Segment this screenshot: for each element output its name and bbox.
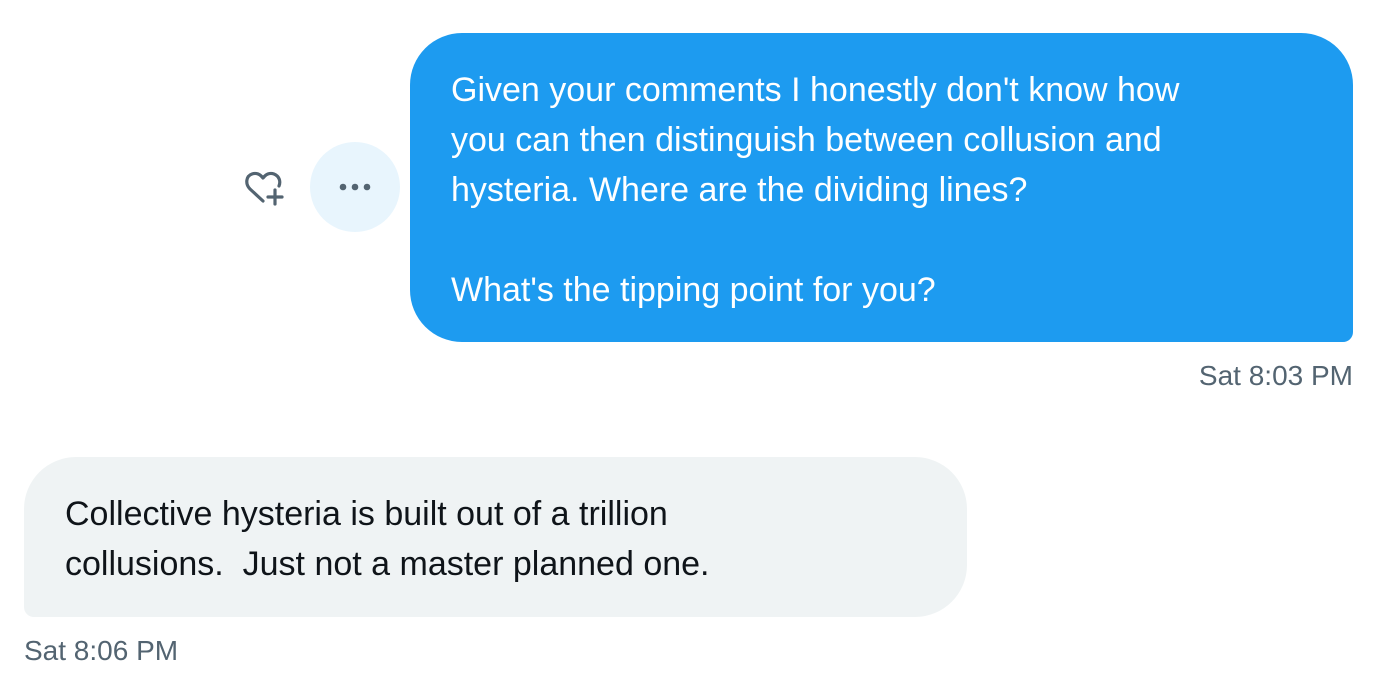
received-message-bubble[interactable]: Collective hysteria is built out of a tr… <box>24 457 967 617</box>
dm-conversation: Given your comments I honestly don't kno… <box>0 0 1389 693</box>
message-line: Given your comments I honestly don't kno… <box>451 71 1180 109</box>
message-line: Collective hysteria is built out of a tr… <box>65 495 668 533</box>
heart-plus-icon <box>245 171 284 206</box>
sent-message-bubble[interactable]: Given your comments I honestly don't kno… <box>410 33 1353 342</box>
sent-message-timestamp: Sat 8:03 PM <box>1198 360 1353 391</box>
more-options-button[interactable] <box>310 142 400 232</box>
message-line: collusions. Just not a master planned on… <box>65 545 710 583</box>
message-line: you can then distinguish between collusi… <box>451 121 1162 159</box>
received-message-timestamp: Sat 8:06 PM <box>24 635 179 666</box>
react-button[interactable] <box>240 166 290 210</box>
more-horizontal-icon <box>339 183 371 191</box>
message-line: What's the tipping point for you? <box>451 271 936 309</box>
message-line: hysteria. Where are the dividing lines? <box>451 171 1028 209</box>
